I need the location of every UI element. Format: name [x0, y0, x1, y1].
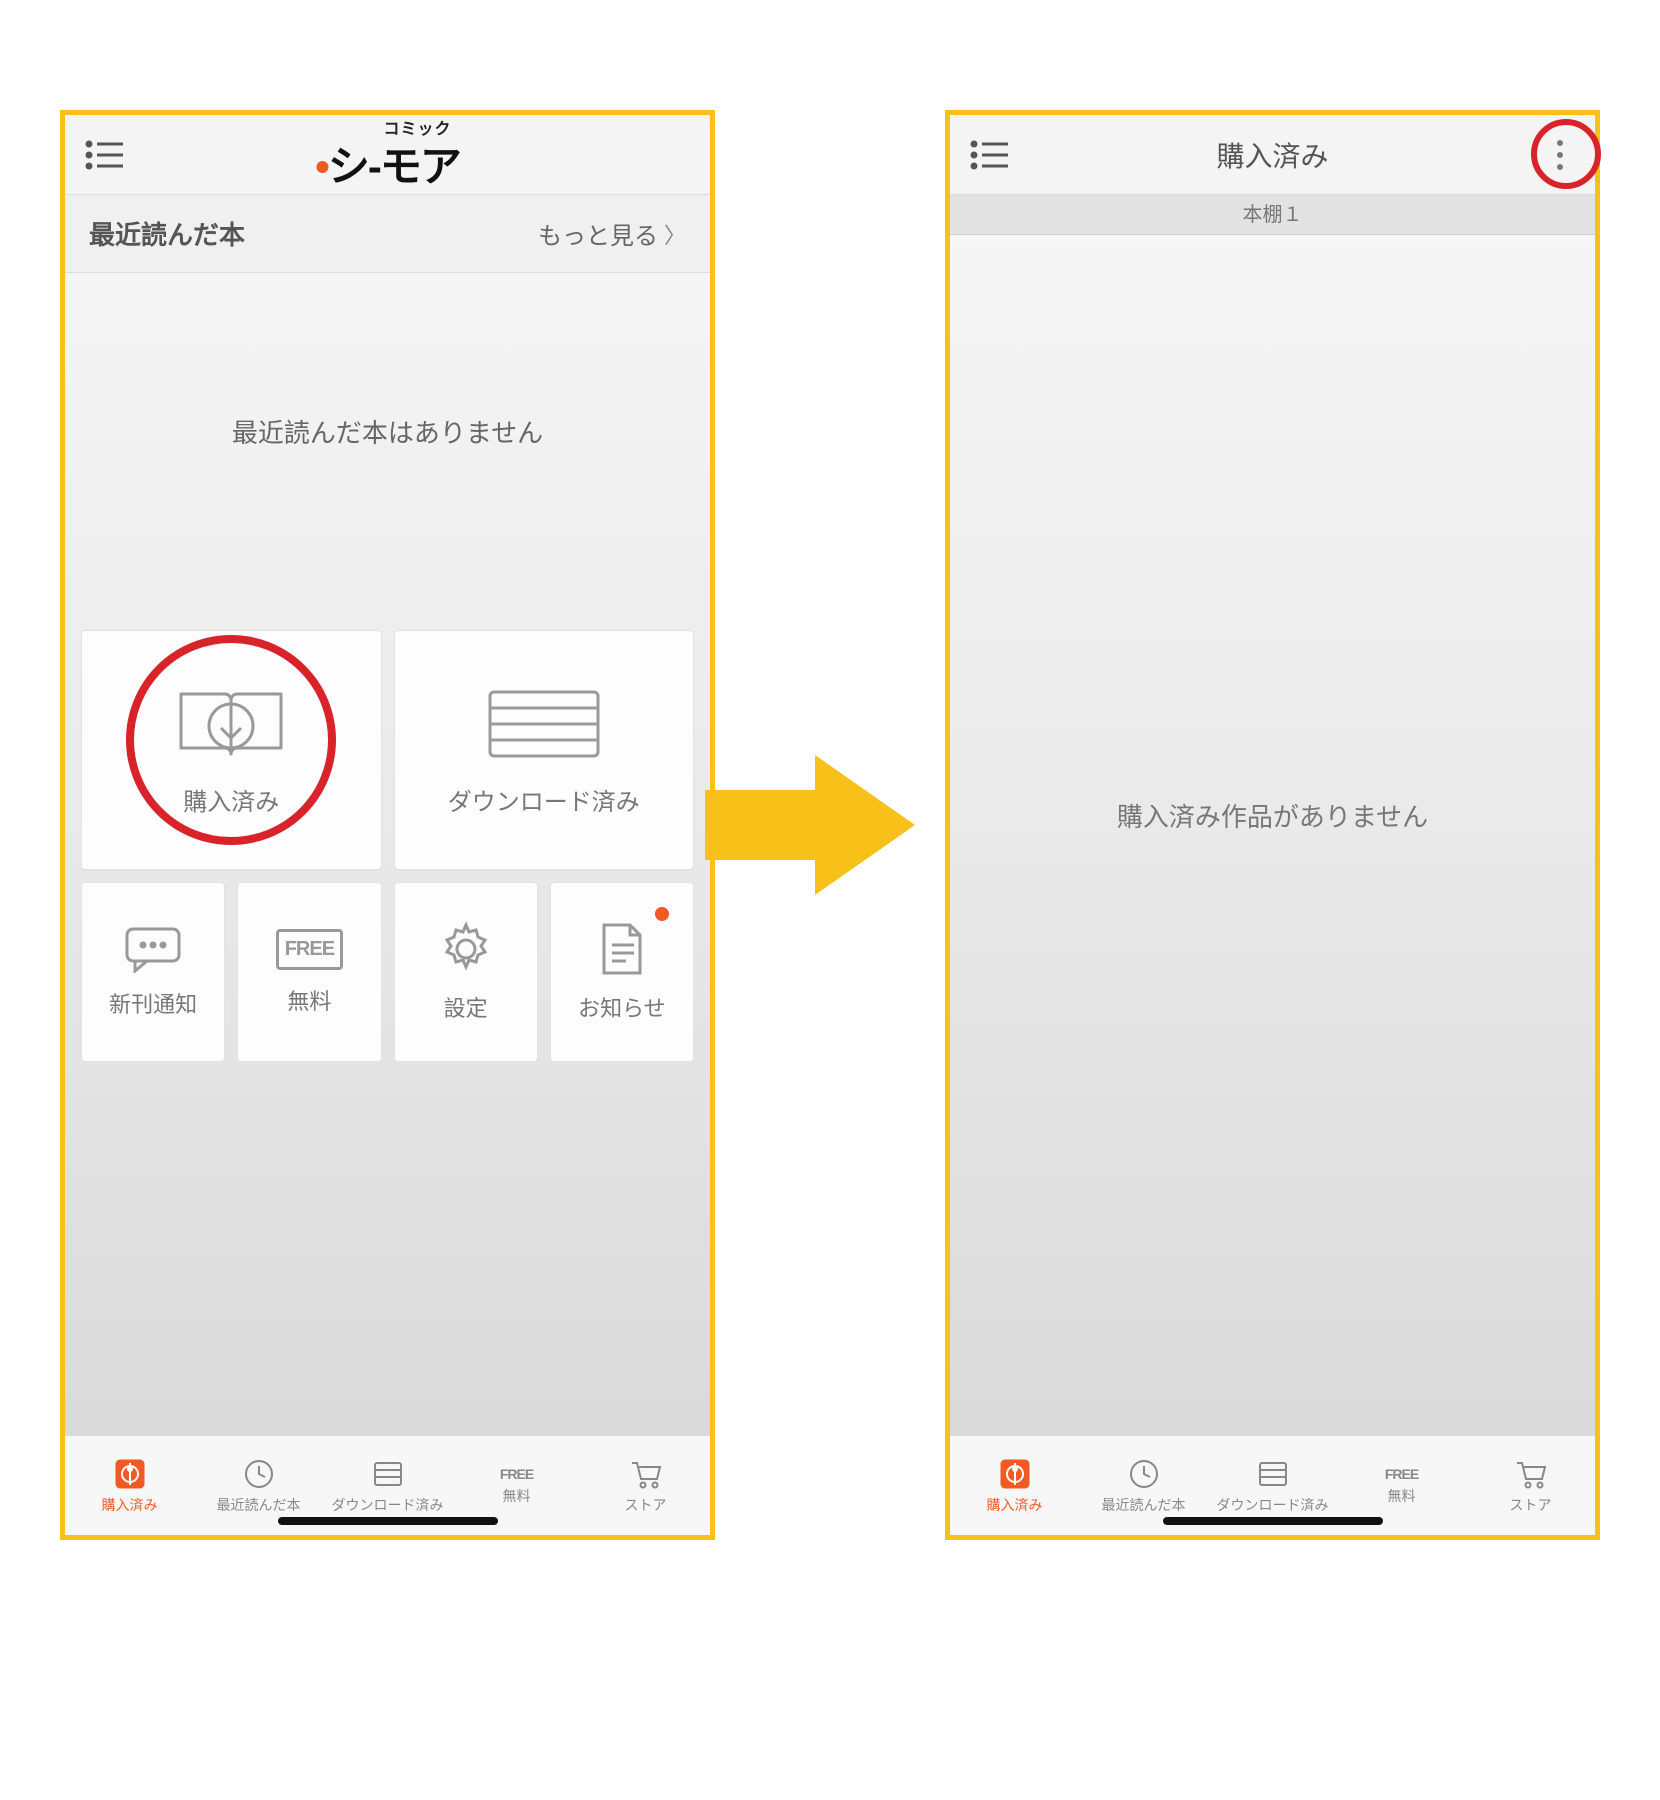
- recent-title: 最近読んだ本: [89, 215, 245, 252]
- downloaded-card[interactable]: ダウンロード済み: [394, 630, 695, 870]
- phone-left: コミック •シ-モア 最近読んだ本 もっと見る 〉 最近読んだ本はありません: [60, 110, 715, 1540]
- notice-label: お知らせ: [578, 991, 666, 1023]
- free-small-icon: FREE: [500, 1466, 533, 1482]
- logo-subtitle: コミック: [125, 115, 710, 139]
- notice-card[interactable]: お知らせ: [550, 882, 694, 1062]
- purchased-empty-message: 購入済み作品がありません: [950, 797, 1595, 834]
- document-icon: [596, 921, 648, 977]
- tab-store[interactable]: ストア: [1466, 1436, 1595, 1535]
- header: 購入済み: [950, 115, 1595, 195]
- free-small-icon: FREE: [1385, 1466, 1418, 1482]
- shelf-name[interactable]: 本棚１: [950, 195, 1595, 235]
- tab-label: 購入済み: [102, 1495, 158, 1515]
- logo-text-1: シ: [328, 143, 368, 190]
- settings-label: 設定: [444, 991, 488, 1023]
- clock-icon: [1127, 1457, 1161, 1491]
- tab-store[interactable]: ストア: [581, 1436, 710, 1535]
- new-arrival-card[interactable]: 新刊通知: [81, 882, 225, 1062]
- recent-empty-message: 最近読んだ本はありません: [65, 413, 710, 450]
- home-indicator[interactable]: [278, 1517, 498, 1525]
- purchased-card[interactable]: 購入済み: [81, 630, 382, 870]
- logo-dot-icon: •: [315, 143, 328, 190]
- menu-list-icon[interactable]: [970, 140, 1010, 170]
- logo-text-2: -モア: [368, 143, 460, 190]
- free-icon: FREE: [276, 929, 343, 970]
- see-more-link[interactable]: もっと見る 〉: [538, 216, 686, 251]
- flow-arrow-icon: [705, 745, 915, 905]
- tab-label: 購入済み: [987, 1495, 1043, 1515]
- gear-icon: [438, 921, 494, 977]
- notification-badge-icon: [655, 907, 669, 921]
- chevron-right-icon: 〉: [664, 218, 686, 250]
- shelf-icon: [484, 684, 604, 764]
- cart-icon: [1514, 1457, 1548, 1491]
- more-vertical-icon[interactable]: [1545, 135, 1575, 175]
- speech-bubble-icon: [123, 925, 183, 973]
- cart-icon: [629, 1457, 663, 1491]
- tab-purchased[interactable]: 購入済み: [950, 1436, 1079, 1535]
- shelf-small-icon: [1256, 1457, 1290, 1491]
- tab-purchased-icon: [998, 1457, 1032, 1491]
- app-logo: コミック •シ-モア: [65, 115, 710, 194]
- see-more-label: もっと見る: [538, 216, 658, 251]
- book-download-icon: [176, 684, 286, 764]
- page-title: 購入済み: [950, 135, 1595, 175]
- tab-label: 最近読んだ本: [217, 1495, 301, 1515]
- tab-label: ストア: [625, 1495, 667, 1515]
- shelf-small-icon: [371, 1457, 405, 1491]
- menu-list-icon[interactable]: [85, 140, 125, 170]
- home-indicator[interactable]: [1163, 1517, 1383, 1525]
- tab-purchased[interactable]: 購入済み: [65, 1436, 194, 1535]
- downloaded-label: ダウンロード済み: [448, 782, 640, 817]
- tab-label: ダウンロード済み: [332, 1495, 444, 1515]
- tab-label: 最近読んだ本: [1102, 1495, 1186, 1515]
- phone-right: 購入済み 本棚１ 購入済み作品がありません 購入済み 最近読んだ本: [945, 110, 1600, 1540]
- free-card[interactable]: FREE 無料: [237, 882, 381, 1062]
- clock-icon: [242, 1457, 276, 1491]
- tab-purchased-icon: [113, 1457, 147, 1491]
- free-label: 無料: [287, 984, 331, 1016]
- tab-label: 無料: [503, 1486, 531, 1506]
- new-arrival-label: 新刊通知: [109, 987, 197, 1019]
- tab-label: ストア: [1510, 1495, 1552, 1515]
- settings-card[interactable]: 設定: [394, 882, 538, 1062]
- header: コミック •シ-モア: [65, 115, 710, 195]
- tab-label: ダウンロード済み: [1217, 1495, 1329, 1515]
- recent-section-header: 最近読んだ本 もっと見る 〉: [65, 195, 710, 273]
- tab-label: 無料: [1388, 1486, 1416, 1506]
- purchased-label: 購入済み: [183, 782, 279, 817]
